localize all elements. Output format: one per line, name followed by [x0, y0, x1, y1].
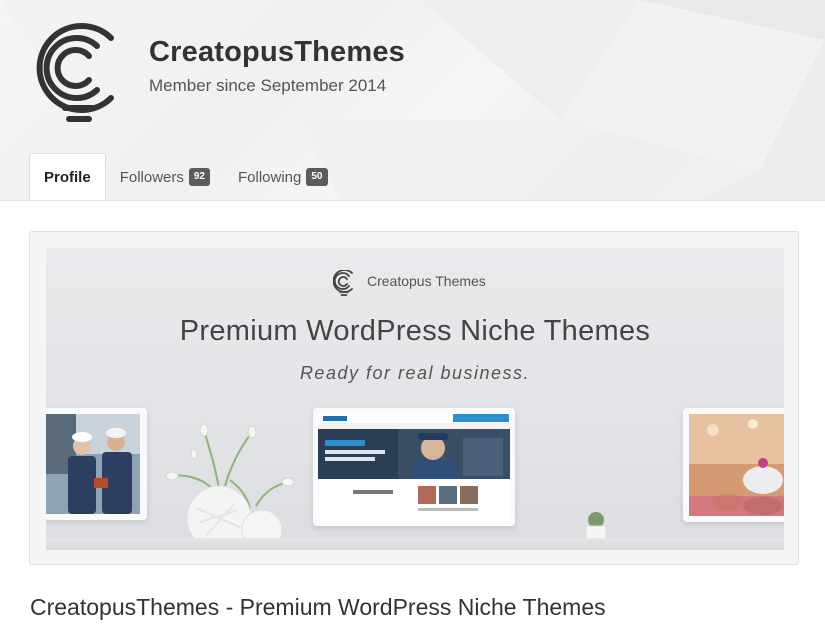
following-count-badge: 50 [306, 168, 328, 186]
tab-followers[interactable]: Followers 92 [106, 153, 224, 200]
center-device-mockup [313, 408, 515, 526]
website-screenshot [318, 413, 510, 521]
member-since: Member since September 2014 [149, 76, 387, 95]
right-device-mockup [683, 408, 784, 522]
profile-header: CreatopusThemes Member since September 2… [0, 0, 825, 201]
banner-brand: Creatopus Themes [367, 273, 486, 289]
banner-title: Premium WordPress Niche Themes [179, 315, 651, 347]
tab-following[interactable]: Following 50 [224, 153, 342, 200]
featured-banner-image[interactable]: Creatopus Themes Premium WordPress Niche… [46, 248, 784, 550]
workers-photo [46, 414, 140, 514]
followers-count-badge: 92 [188, 168, 210, 186]
tab-followers-label: Followers [119, 168, 184, 186]
left-device-mockup [46, 408, 147, 520]
banner-logo-icon [333, 270, 353, 296]
tab-profile-label: Profile [44, 168, 91, 186]
shelf [46, 538, 784, 550]
item-title[interactable]: CreatopusThemes - Premium WordPress Nich… [30, 594, 606, 621]
banner-tagline: Ready for real business. [299, 363, 531, 383]
profile-name: CreatopusThemes [149, 36, 406, 68]
profile-tabs: Profile Followers 92 Following 50 [29, 153, 342, 200]
tab-following-label: Following [238, 168, 302, 186]
plant-vase-decoration [165, 423, 294, 550]
creatopus-logo-icon [36, 23, 114, 122]
featured-item-card[interactable]: Creatopus Themes Premium WordPress Niche… [29, 231, 799, 565]
dessert-photo [689, 414, 784, 516]
tab-profile[interactable]: Profile [29, 153, 106, 200]
